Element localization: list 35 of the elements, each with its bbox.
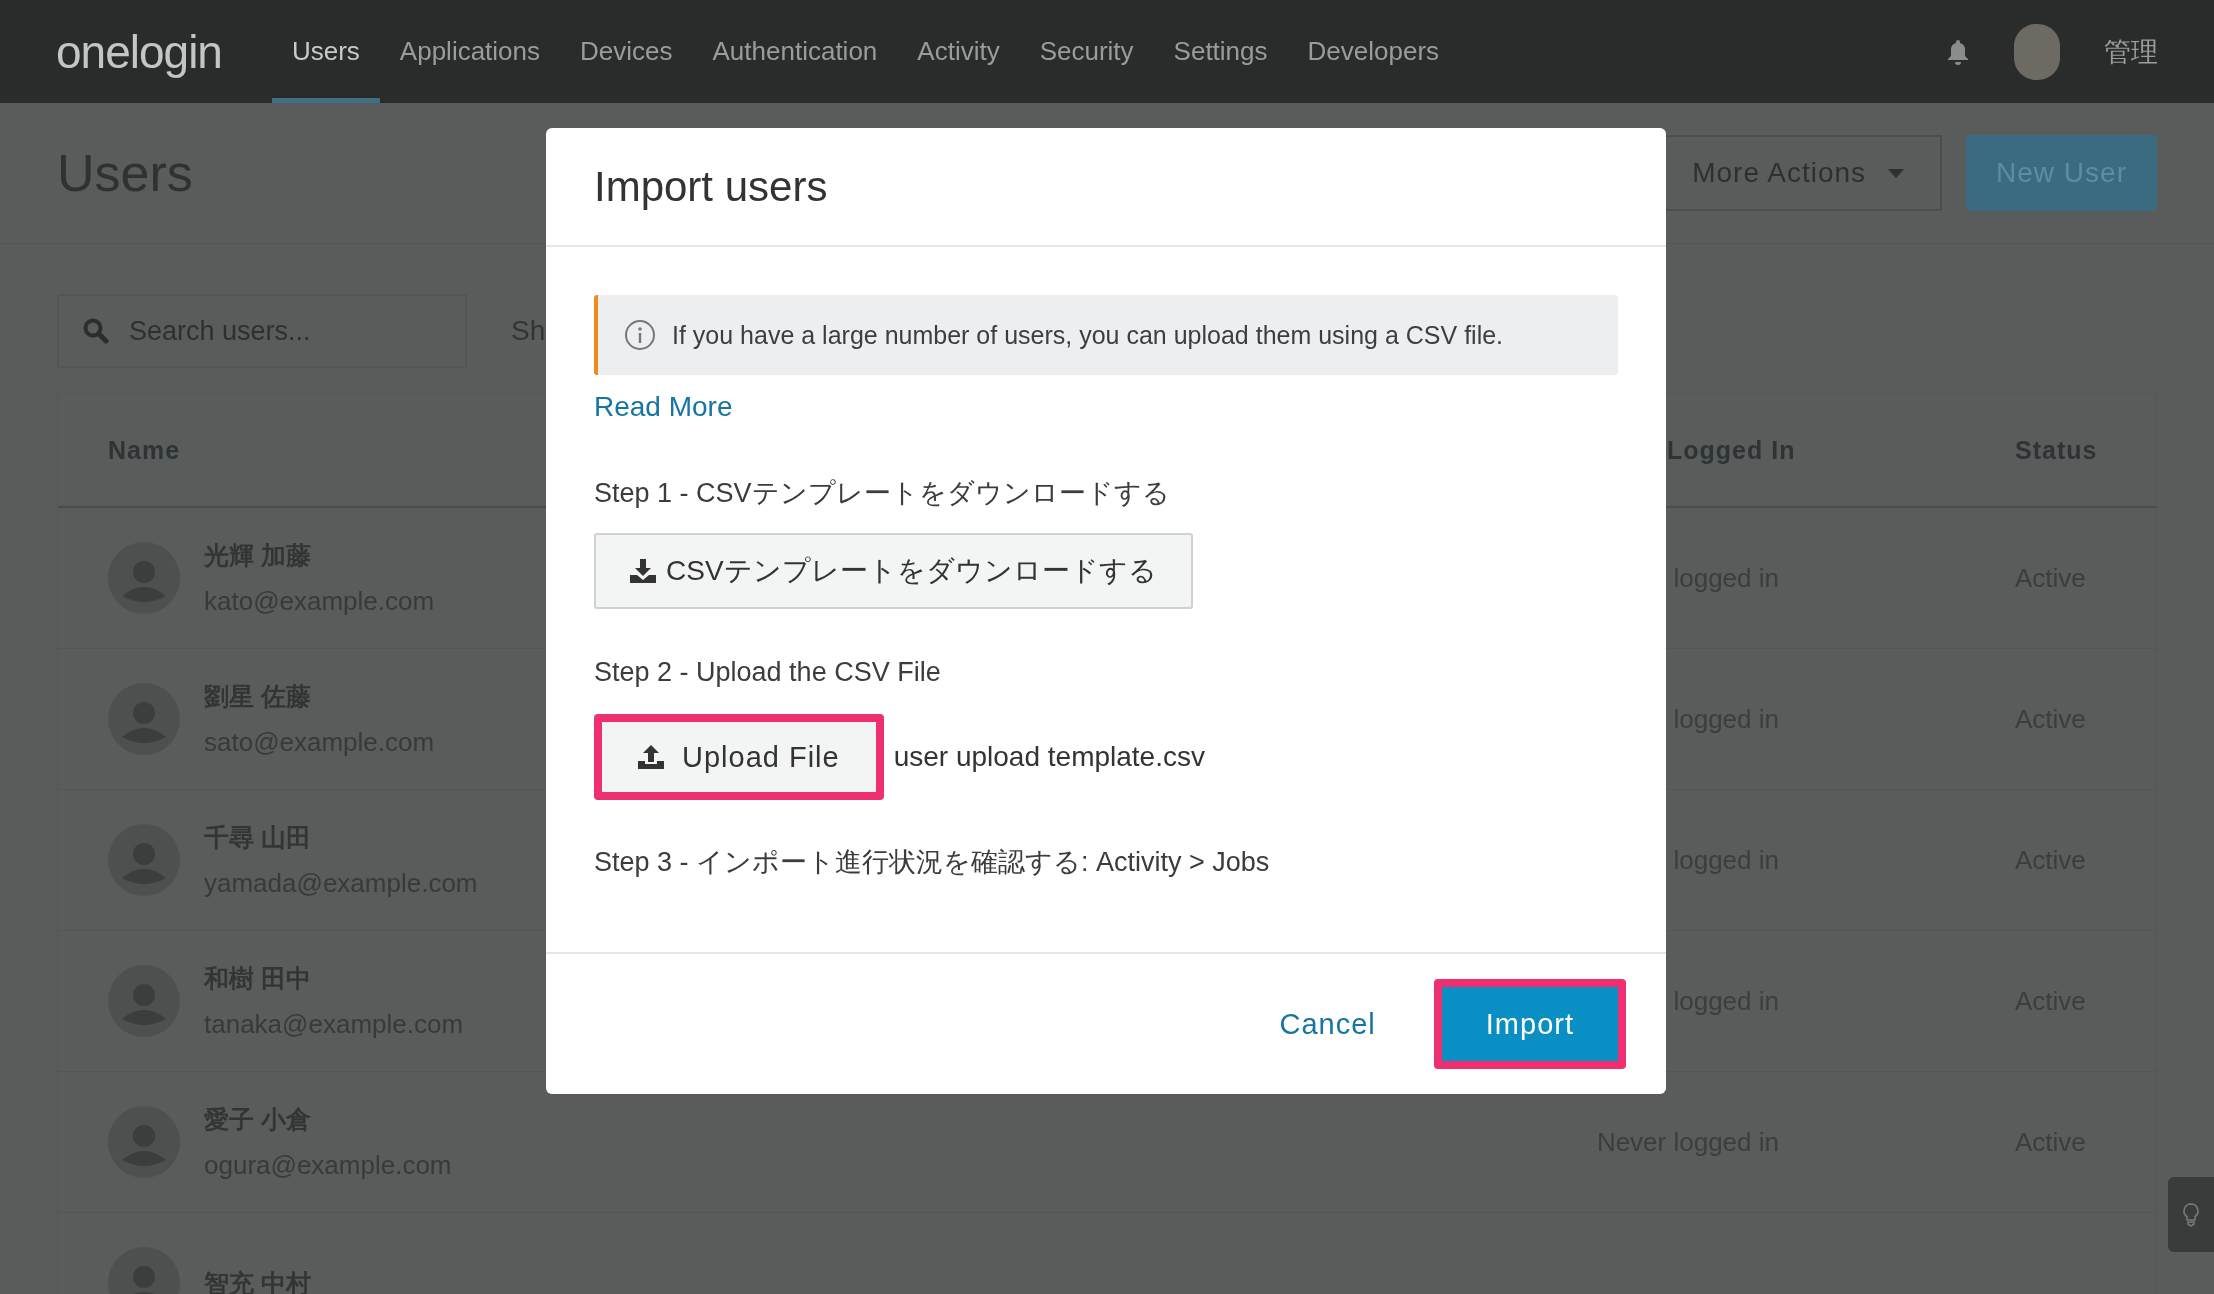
- cancel-button[interactable]: Cancel: [1273, 1006, 1382, 1042]
- user-name: 管理: [2104, 35, 2158, 69]
- user-avatar[interactable]: [2014, 23, 2060, 80]
- tips-button[interactable]: [2168, 1177, 2214, 1252]
- lightbulb-icon: [2183, 1202, 2199, 1227]
- avatar-icon: [108, 965, 180, 1037]
- nav-tab[interactable]: Authentication: [692, 0, 898, 103]
- nav-tab[interactable]: Applications: [379, 0, 561, 103]
- search-icon: [83, 318, 109, 344]
- nav-tab[interactable]: Settings: [1153, 0, 1288, 103]
- nav-tab[interactable]: Activity: [897, 0, 1020, 103]
- bell-icon[interactable]: [1946, 38, 1970, 65]
- caret-icon: [1888, 168, 1905, 178]
- logo[interactable]: onelogin: [56, 0, 222, 103]
- download-icon: [630, 559, 656, 583]
- avatar-icon: [108, 683, 180, 755]
- avatar-icon: [108, 542, 180, 614]
- info-text: If you have a large number of users, you can upload them using a CSV file.: [672, 320, 1504, 350]
- download-template-button[interactable]: CSVテンプレートをダウンロードする: [594, 533, 1193, 609]
- step-text: Step 2 - Upload the CSV File: [594, 657, 941, 688]
- step-text: Step 3 - インポート進行状況を確認する: Activity > Jobs: [594, 846, 1270, 879]
- file-name: user upload template.csv: [893, 741, 1205, 773]
- import-button[interactable]: Import: [1433, 979, 1626, 1069]
- nav-tab[interactable]: Users: [271, 0, 380, 103]
- dialog-title: Import users: [594, 162, 828, 211]
- avatar-icon: [108, 824, 180, 896]
- upload-icon: [638, 745, 664, 769]
- nav-tab[interactable]: Developers: [1287, 0, 1460, 103]
- info-icon: [624, 319, 656, 351]
- nav-tab[interactable]: Security: [1019, 0, 1154, 103]
- nav-tab[interactable]: Devices: [560, 0, 693, 103]
- avatar-icon: [108, 1106, 180, 1178]
- upload-file-button[interactable]: Upload File: [594, 714, 884, 800]
- read-more-link[interactable]: Read More: [594, 391, 733, 423]
- step-text: Step 1 - CSVテンプレートをダウンロードする: [594, 477, 1170, 510]
